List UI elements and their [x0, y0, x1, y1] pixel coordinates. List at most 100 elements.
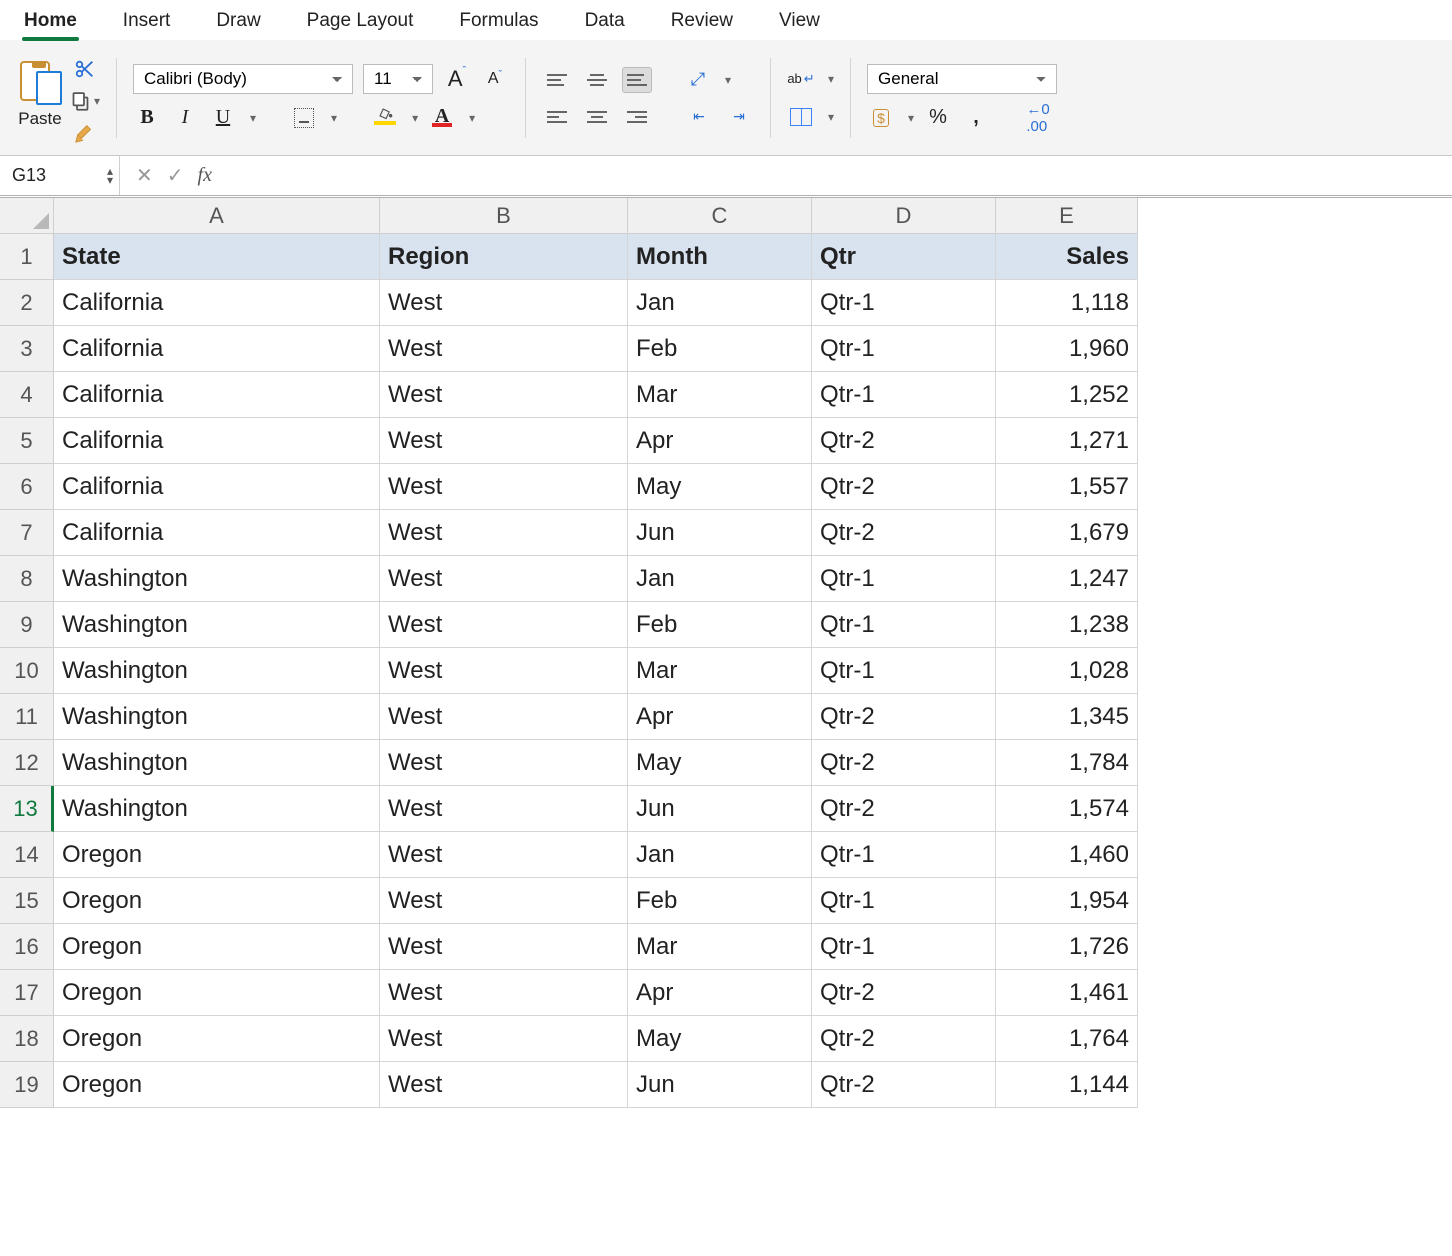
data-cell[interactable]: Qtr-2 [812, 418, 996, 464]
percent-button[interactable]: % [924, 104, 952, 132]
data-cell[interactable]: 1,574 [996, 786, 1138, 832]
data-cell[interactable]: Qtr-2 [812, 694, 996, 740]
row-header-7[interactable]: 7 [0, 510, 54, 556]
cancel-formula-button[interactable]: ✕ [136, 163, 153, 188]
increase-decimal-button[interactable]: ←0.00 [1024, 104, 1052, 132]
data-cell[interactable]: West [380, 1016, 628, 1062]
data-cell[interactable]: Washington [54, 648, 380, 694]
align-center-button[interactable] [582, 104, 612, 130]
font-name-select[interactable]: Calibri (Body) [133, 64, 353, 94]
data-cell[interactable]: May [628, 740, 812, 786]
data-cell[interactable]: West [380, 786, 628, 832]
align-middle-button[interactable] [582, 67, 612, 93]
data-cell[interactable]: Oregon [54, 878, 380, 924]
underline-button[interactable]: U [209, 104, 237, 132]
name-box[interactable]: G13 ▴▾ [0, 156, 120, 195]
data-cell[interactable]: Jan [628, 832, 812, 878]
data-cell[interactable]: West [380, 556, 628, 602]
data-cell[interactable]: Qtr-1 [812, 648, 996, 694]
data-cell[interactable]: Qtr-1 [812, 924, 996, 970]
data-cell[interactable]: Apr [628, 694, 812, 740]
row-header-17[interactable]: 17 [0, 970, 54, 1016]
row-header-13[interactable]: 13 [0, 786, 54, 832]
row-header-10[interactable]: 10 [0, 648, 54, 694]
data-cell[interactable]: 1,238 [996, 602, 1138, 648]
enter-formula-button[interactable]: ✓ [167, 163, 184, 188]
data-cell[interactable]: Qtr-1 [812, 832, 996, 878]
data-cell[interactable]: Qtr-1 [812, 372, 996, 418]
tab-formulas[interactable]: Formulas [453, 6, 544, 40]
column-header-D[interactable]: D [812, 198, 996, 234]
header-cell[interactable]: Qtr [812, 234, 996, 280]
decrease-indent-button[interactable]: ⇤ [684, 104, 714, 130]
data-cell[interactable]: 1,764 [996, 1016, 1138, 1062]
select-all-corner[interactable] [0, 198, 54, 234]
data-cell[interactable]: West [380, 326, 628, 372]
data-cell[interactable]: Jun [628, 1062, 812, 1108]
data-cell[interactable]: West [380, 602, 628, 648]
data-cell[interactable]: California [54, 372, 380, 418]
orientation-button[interactable]: ⤢ [684, 66, 712, 94]
data-cell[interactable]: West [380, 280, 628, 326]
data-cell[interactable]: West [380, 832, 628, 878]
row-header-6[interactable]: 6 [0, 464, 54, 510]
data-cell[interactable]: 1,345 [996, 694, 1138, 740]
data-cell[interactable]: Jan [628, 556, 812, 602]
bold-button[interactable]: B [133, 104, 161, 132]
data-cell[interactable]: Qtr-1 [812, 326, 996, 372]
number-format-select[interactable]: General [867, 64, 1057, 94]
data-cell[interactable]: Washington [54, 556, 380, 602]
tab-data[interactable]: Data [579, 6, 631, 40]
data-cell[interactable]: Apr [628, 970, 812, 1016]
data-cell[interactable]: West [380, 372, 628, 418]
row-header-14[interactable]: 14 [0, 832, 54, 878]
increase-font-button[interactable]: Aˆ [443, 65, 471, 93]
data-cell[interactable]: Jun [628, 786, 812, 832]
data-cell[interactable]: West [380, 694, 628, 740]
data-cell[interactable]: Washington [54, 740, 380, 786]
data-cell[interactable]: Qtr-1 [812, 602, 996, 648]
data-cell[interactable]: California [54, 418, 380, 464]
data-cell[interactable]: 1,247 [996, 556, 1138, 602]
column-header-C[interactable]: C [628, 198, 812, 234]
data-cell[interactable]: Washington [54, 786, 380, 832]
data-cell[interactable]: 1,460 [996, 832, 1138, 878]
data-cell[interactable]: Oregon [54, 832, 380, 878]
column-header-B[interactable]: B [380, 198, 628, 234]
data-cell[interactable]: Oregon [54, 1016, 380, 1062]
wrap-text-button[interactable]: ab↵ [787, 65, 815, 93]
data-cell[interactable]: Washington [54, 602, 380, 648]
font-color-button[interactable]: A [428, 104, 456, 132]
data-cell[interactable]: West [380, 418, 628, 464]
decrease-font-button[interactable]: Aˇ [481, 65, 509, 93]
row-header-5[interactable]: 5 [0, 418, 54, 464]
formula-input[interactable] [228, 156, 1452, 195]
fx-button[interactable]: fx [198, 164, 212, 187]
data-cell[interactable]: Qtr-2 [812, 1016, 996, 1062]
row-header-11[interactable]: 11 [0, 694, 54, 740]
data-cell[interactable]: Qtr-2 [812, 464, 996, 510]
data-cell[interactable]: West [380, 510, 628, 556]
data-cell[interactable]: 1,461 [996, 970, 1138, 1016]
data-cell[interactable]: Washington [54, 694, 380, 740]
row-header-16[interactable]: 16 [0, 924, 54, 970]
row-header-18[interactable]: 18 [0, 1016, 54, 1062]
column-header-E[interactable]: E [996, 198, 1138, 234]
data-cell[interactable]: 1,028 [996, 648, 1138, 694]
header-cell[interactable]: State [54, 234, 380, 280]
row-header-15[interactable]: 15 [0, 878, 54, 924]
data-cell[interactable]: West [380, 924, 628, 970]
header-cell[interactable]: Sales [996, 234, 1138, 280]
tab-insert[interactable]: Insert [117, 6, 177, 40]
data-cell[interactable]: Feb [628, 326, 812, 372]
data-cell[interactable]: 1,557 [996, 464, 1138, 510]
fill-color-button[interactable] [371, 104, 399, 132]
data-cell[interactable]: 1,144 [996, 1062, 1138, 1108]
data-cell[interactable]: California [54, 280, 380, 326]
data-cell[interactable]: West [380, 878, 628, 924]
data-cell[interactable]: 1,954 [996, 878, 1138, 924]
data-cell[interactable]: May [628, 464, 812, 510]
name-box-stepper[interactable]: ▴▾ [107, 167, 113, 185]
accounting-format-button[interactable]: $ [867, 104, 895, 132]
row-header-12[interactable]: 12 [0, 740, 54, 786]
